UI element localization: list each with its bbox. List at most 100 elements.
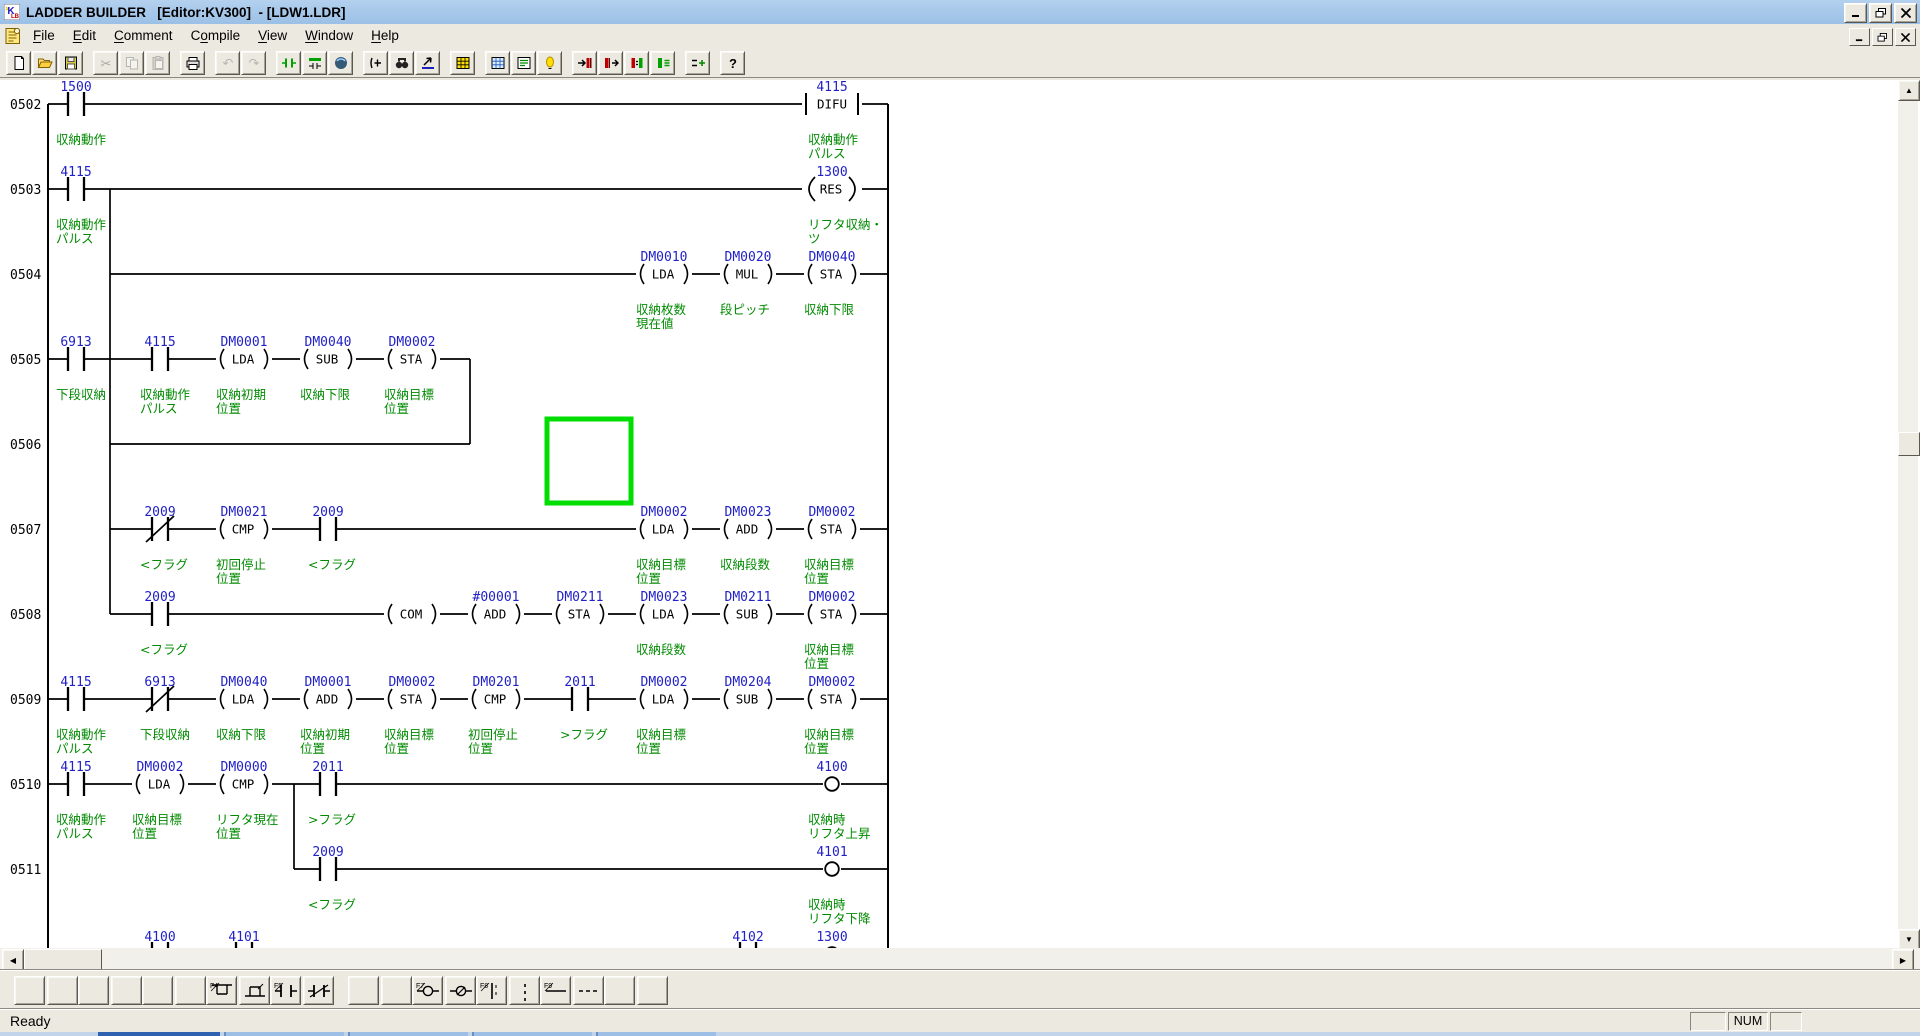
f4-button[interactable]: F4	[206, 976, 237, 1005]
f9-button[interactable]: F9	[540, 976, 571, 1005]
transfer-to-plc-icon	[577, 55, 593, 71]
selection-cursor[interactable]	[547, 419, 631, 503]
fkey-blank-button[interactable]	[637, 976, 668, 1005]
print-icon	[185, 55, 201, 71]
fkey-blank-button[interactable]	[111, 976, 142, 1005]
svg-text:DM0211: DM0211	[725, 590, 772, 605]
register-monitor-button[interactable]	[450, 51, 475, 75]
monitor-button[interactable]	[328, 51, 353, 75]
svg-text:収納目標: 収納目標	[132, 812, 183, 827]
svg-text:収納目標: 収納目標	[384, 727, 435, 742]
fkey-blank-button[interactable]	[381, 976, 412, 1005]
menu-view[interactable]: View	[249, 24, 296, 48]
scroll-left-button[interactable]: ◀	[2, 949, 24, 971]
svg-text:DM0020: DM0020	[725, 250, 772, 265]
transfer-from-plc-button[interactable]	[598, 51, 623, 75]
svg-text:<フラグ: <フラグ	[308, 557, 356, 572]
svg-text:位置: 位置	[804, 571, 829, 586]
mdi-close-button[interactable]	[1895, 28, 1916, 46]
horizontal-scrollbar[interactable]: ◀ ▶	[0, 948, 1920, 970]
f9-icon: F9	[543, 981, 569, 1001]
find-button[interactable]	[389, 51, 414, 75]
taskbar-edge	[0, 1032, 1920, 1036]
f4-shift-button[interactable]	[239, 976, 270, 1005]
fkey-blank-button[interactable]	[175, 976, 206, 1005]
menu-edit[interactable]: Edit	[64, 24, 105, 48]
horizontal-scroll-thumb[interactable]	[24, 949, 102, 971]
ladder-diagram[interactable]: 05021500収納動作DIFU4115収納動作パルス05034115収納動作パ…	[0, 80, 1895, 948]
svg-text:4115: 4115	[144, 335, 175, 350]
f7-button[interactable]: F7	[412, 976, 443, 1005]
symbol-out-coil-button[interactable]	[302, 51, 327, 75]
mdi-minimize-icon	[1854, 33, 1865, 42]
svg-text:収納目標: 収納目標	[636, 557, 687, 572]
jump-button[interactable]	[415, 51, 440, 75]
svg-text:DM0211: DM0211	[557, 590, 604, 605]
ladder-editor-area[interactable]: 05021500収納動作DIFU4115収納動作パルス05034115収納動作パ…	[0, 80, 1920, 948]
fkey-blank-button[interactable]	[142, 976, 173, 1005]
menu-file[interactable]: File	[24, 24, 64, 48]
f8-button[interactable]: F8	[476, 976, 507, 1005]
fkey-blank-button[interactable]	[604, 976, 635, 1005]
restore-button[interactable]	[1869, 3, 1892, 23]
f7-shift-button[interactable]	[445, 976, 476, 1005]
fkey-pair: F8	[476, 976, 542, 1005]
fkey-blank-button[interactable]	[78, 976, 109, 1005]
svg-text:<フラグ: <フラグ	[140, 557, 188, 572]
redo-button[interactable]: ↷	[241, 51, 266, 75]
device-monitor-button[interactable]	[485, 51, 510, 75]
svg-text:LDA: LDA	[652, 607, 675, 622]
svg-text:4101: 4101	[816, 845, 847, 860]
toolbar-group: ↶↷	[215, 51, 267, 75]
scroll-up-button[interactable]: ▲	[1898, 80, 1920, 101]
svg-text:収納動作: 収納動作	[56, 217, 107, 232]
device-comment-button[interactable]	[511, 51, 536, 75]
svg-text:収納動作: 収納動作	[56, 812, 107, 827]
scroll-right-button[interactable]: ▶	[1892, 949, 1914, 971]
paste-icon	[150, 55, 166, 71]
cut-button[interactable]: ✂	[93, 51, 118, 75]
menu-comment[interactable]: Comment	[105, 24, 182, 48]
help-button[interactable]: ?	[720, 51, 745, 75]
insert-branch-button[interactable]	[363, 51, 388, 75]
f9-shift-button[interactable]	[573, 976, 604, 1005]
print-button[interactable]	[180, 51, 205, 75]
menu-compile[interactable]: Compile	[182, 24, 250, 48]
close-button[interactable]	[1894, 3, 1917, 23]
paste-button[interactable]	[145, 51, 170, 75]
copy-button[interactable]	[119, 51, 144, 75]
change-lamp-button[interactable]	[537, 51, 562, 75]
undo-button[interactable]: ↶	[215, 51, 240, 75]
symbol-no-contact-button[interactable]	[276, 51, 301, 75]
run-monitor-button[interactable]	[650, 51, 675, 75]
svg-text:2009: 2009	[144, 505, 175, 520]
verify-program-button[interactable]	[624, 51, 649, 75]
f8-shift-button[interactable]	[509, 976, 540, 1005]
fkey-blank-button[interactable]	[14, 976, 45, 1005]
vertical-scrollbar[interactable]: ▲ ▼	[1898, 80, 1918, 948]
menu-help[interactable]: Help	[362, 24, 408, 48]
svg-text:位置: 位置	[132, 826, 157, 841]
svg-text:LDA: LDA	[232, 352, 255, 367]
scroll-down-button[interactable]: ▼	[1898, 929, 1920, 950]
compare-program-button[interactable]	[685, 51, 710, 75]
f5-button[interactable]: F5	[270, 976, 301, 1005]
vertical-scroll-thumb[interactable]	[1898, 432, 1920, 456]
save-file-button[interactable]	[58, 51, 83, 75]
jump-icon	[420, 55, 436, 71]
svg-text:2009: 2009	[312, 845, 343, 860]
minimize-button[interactable]	[1844, 3, 1867, 23]
transfer-to-plc-button[interactable]	[572, 51, 597, 75]
svg-text:リフタ収納・: リフタ収納・	[808, 217, 883, 232]
mdi-restore-button[interactable]	[1872, 28, 1893, 46]
fkey-blank-button[interactable]	[348, 976, 379, 1005]
fkey-blank-button[interactable]	[47, 976, 78, 1005]
svg-text:パルス: パルス	[56, 826, 94, 841]
change-lamp-icon	[542, 55, 558, 71]
new-document-button[interactable]	[6, 51, 31, 75]
open-file-button[interactable]	[32, 51, 57, 75]
menu-window[interactable]: Window	[296, 24, 362, 48]
mdi-minimize-button[interactable]	[1849, 28, 1870, 46]
svg-text:<フラグ: <フラグ	[308, 897, 356, 912]
f5-shift-button[interactable]	[303, 976, 334, 1005]
